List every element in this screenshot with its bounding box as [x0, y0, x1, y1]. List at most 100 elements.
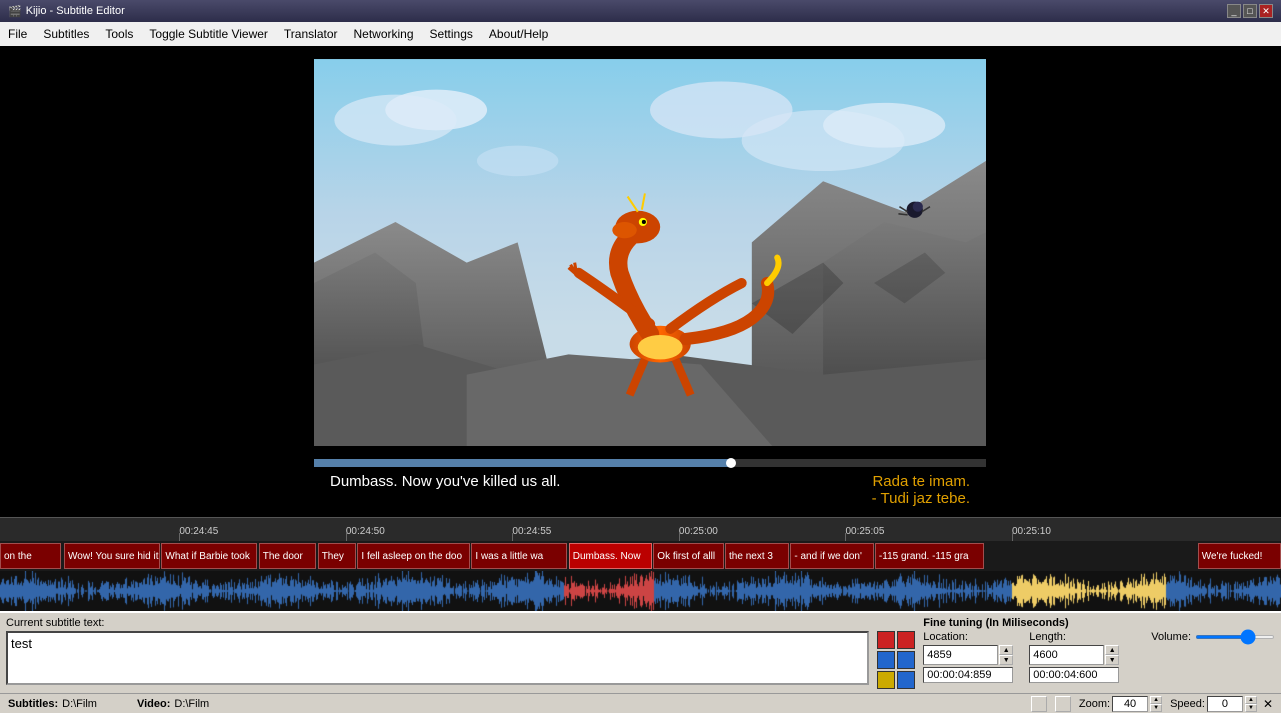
color-buttons [877, 617, 915, 689]
speed-label: Speed: [1170, 698, 1205, 710]
speed-down-button[interactable]: ▼ [1245, 704, 1257, 712]
subtitle-block-little-wa[interactable]: I was a little wa [471, 543, 567, 569]
subtitle-block-were-fucked[interactable]: We're fucked! [1198, 543, 1281, 569]
time-marker-3: 00:24:55 [512, 526, 551, 537]
zoom-control: Zoom: ▲ ▼ [1079, 696, 1162, 712]
menu-file[interactable]: File [0, 25, 35, 43]
subtitle-text-section: Current subtitle text: [6, 617, 869, 689]
subtitle-block-and-if[interactable]: - and if we don' [790, 543, 873, 569]
minimize-button[interactable]: _ [1227, 4, 1241, 18]
length-down-button[interactable]: ▼ [1105, 655, 1119, 665]
subtitle-block-door[interactable]: The door [259, 543, 317, 569]
menu-toggle-subtitle-viewer[interactable]: Toggle Subtitle Viewer [141, 25, 276, 43]
app-icon: 🎬 [8, 5, 22, 18]
titlebar-controls[interactable]: _ □ ✕ [1227, 4, 1273, 18]
location-label: Location: [923, 631, 1013, 643]
zoom-label: Zoom: [1079, 698, 1110, 710]
video-scene [314, 46, 986, 459]
subtitle-right: Rada te imam. - Tudi jaz tebe. [872, 473, 970, 511]
subtitle-block-115-grand[interactable]: -115 grand. -115 gra [875, 543, 984, 569]
subtitle-left: Dumbass. Now you've killed us all. [330, 473, 560, 511]
zoom-up-button[interactable]: ▲ [1150, 696, 1162, 704]
subtitle-block-fell-asleep[interactable]: I fell asleep on the doo [357, 543, 470, 569]
color-btn-red2[interactable] [897, 631, 915, 649]
video-row: Dumbass. Now you've killed us all. Rada … [0, 46, 1281, 517]
ctrl-btn-1[interactable] [1031, 696, 1047, 712]
timeline-ruler[interactable]: 00:24:45 00:24:50 00:24:55 00:25:00 00:2… [0, 517, 1281, 541]
timeline-tracks: on the Wow! You sure hid it What if Barb… [0, 541, 1281, 571]
video-value: D:\Film [174, 698, 209, 710]
color-btn-blue3[interactable] [897, 671, 915, 689]
subtitle-bar: Dumbass. Now you've killed us all. Rada … [314, 467, 986, 517]
length-up-button[interactable]: ▲ [1105, 645, 1119, 655]
length-input[interactable] [1029, 645, 1104, 665]
speed-control: Speed: ▲ ▼ ✕ [1170, 696, 1273, 712]
location-down-button[interactable]: ▼ [999, 655, 1013, 665]
time-marker-2: 00:24:50 [346, 526, 385, 537]
zoom-down-button[interactable]: ▼ [1150, 704, 1162, 712]
video-label: Video: [137, 698, 170, 710]
waveform-canvas [0, 571, 1281, 611]
subtitles-label: Subtitles: [8, 698, 58, 710]
progress-bar-thumb [726, 458, 736, 468]
time-marker-5: 00:25:05 [845, 526, 884, 537]
status-video: Video: D:\Film [137, 698, 209, 710]
location-input[interactable] [923, 645, 998, 665]
bottom-controls: Current subtitle text: [0, 611, 1281, 713]
left-panel [0, 46, 314, 517]
timeline-wrapper: 00:24:45 00:24:50 00:24:55 00:25:00 00:2… [0, 517, 1281, 611]
subtitle-text-input[interactable] [6, 631, 869, 685]
subtitle-block-they[interactable]: They [318, 543, 356, 569]
maximize-button[interactable]: □ [1243, 4, 1257, 18]
subtitle-block-on-the[interactable]: on the [0, 543, 61, 569]
close-icon[interactable]: ✕ [1263, 697, 1273, 711]
speed-up-button[interactable]: ▲ [1245, 696, 1257, 704]
close-button[interactable]: ✕ [1259, 4, 1273, 18]
fine-tuning-label: Fine tuning (In Miliseconds) [923, 617, 1143, 629]
menu-about[interactable]: About/Help [481, 25, 556, 43]
volume-slider[interactable] [1195, 635, 1275, 639]
menu-translator[interactable]: Translator [276, 25, 346, 43]
waveform [0, 571, 1281, 611]
subtitle-block-ok-first[interactable]: Ok first of alll [653, 543, 723, 569]
zoom-input[interactable] [1112, 696, 1148, 712]
menu-tools[interactable]: Tools [97, 25, 141, 43]
time-marker-4: 00:25:00 [679, 526, 718, 537]
app-title: Kijio - Subtitle Editor [26, 5, 125, 17]
volume-label: Volume: [1151, 631, 1191, 643]
menu-networking[interactable]: Networking [346, 25, 422, 43]
subtitle-block-barbie[interactable]: What if Barbie took [161, 543, 257, 569]
right-panel [986, 46, 1281, 517]
fine-tuning-section: Fine tuning (In Miliseconds) Location: ▲… [923, 617, 1143, 689]
menu-bar: File Subtitles Tools Toggle Subtitle Vie… [0, 22, 1281, 46]
subtitles-value: D:\Film [62, 698, 97, 710]
menu-subtitles[interactable]: Subtitles [35, 25, 97, 43]
zoom-speed-controls: Zoom: ▲ ▼ Speed: ▲ ▼ ✕ [1031, 696, 1273, 712]
ctrl-btn-2[interactable] [1055, 696, 1071, 712]
progress-bar-fill [314, 459, 731, 467]
color-btn-yellow[interactable] [877, 671, 895, 689]
titlebar-title: 🎬 Kijio - Subtitle Editor [8, 5, 125, 18]
color-btn-red1[interactable] [877, 631, 895, 649]
titlebar: 🎬 Kijio - Subtitle Editor _ □ ✕ [0, 0, 1281, 22]
color-btn-blue2[interactable] [897, 651, 915, 669]
speed-input[interactable] [1207, 696, 1243, 712]
status-subtitles: Subtitles: D:\Film [8, 698, 97, 710]
time-marker-6: 00:25:10 [1012, 526, 1051, 537]
color-btn-blue1[interactable] [877, 651, 895, 669]
location-time-display: 00:00:04:859 [923, 667, 1013, 683]
volume-section: Volume: [1151, 617, 1275, 689]
subtitle-block-next-3[interactable]: the next 3 [725, 543, 789, 569]
progress-bar[interactable] [314, 459, 986, 467]
video-center: Dumbass. Now you've killed us all. Rada … [314, 46, 986, 517]
time-marker-1: 00:24:45 [179, 526, 218, 537]
subtitle-text-label: Current subtitle text: [6, 617, 869, 629]
menu-settings[interactable]: Settings [422, 25, 481, 43]
location-up-button[interactable]: ▲ [999, 645, 1013, 655]
length-time-display: 00:00:04:600 [1029, 667, 1119, 683]
subtitle-block-dumbass[interactable]: Dumbass. Now [569, 543, 652, 569]
length-label: Length: [1029, 631, 1119, 643]
subtitle-block-wow[interactable]: Wow! You sure hid it [64, 543, 160, 569]
video-display[interactable] [314, 46, 986, 459]
status-bar: Subtitles: D:\Film Video: D:\Film Zoom: … [0, 693, 1281, 713]
